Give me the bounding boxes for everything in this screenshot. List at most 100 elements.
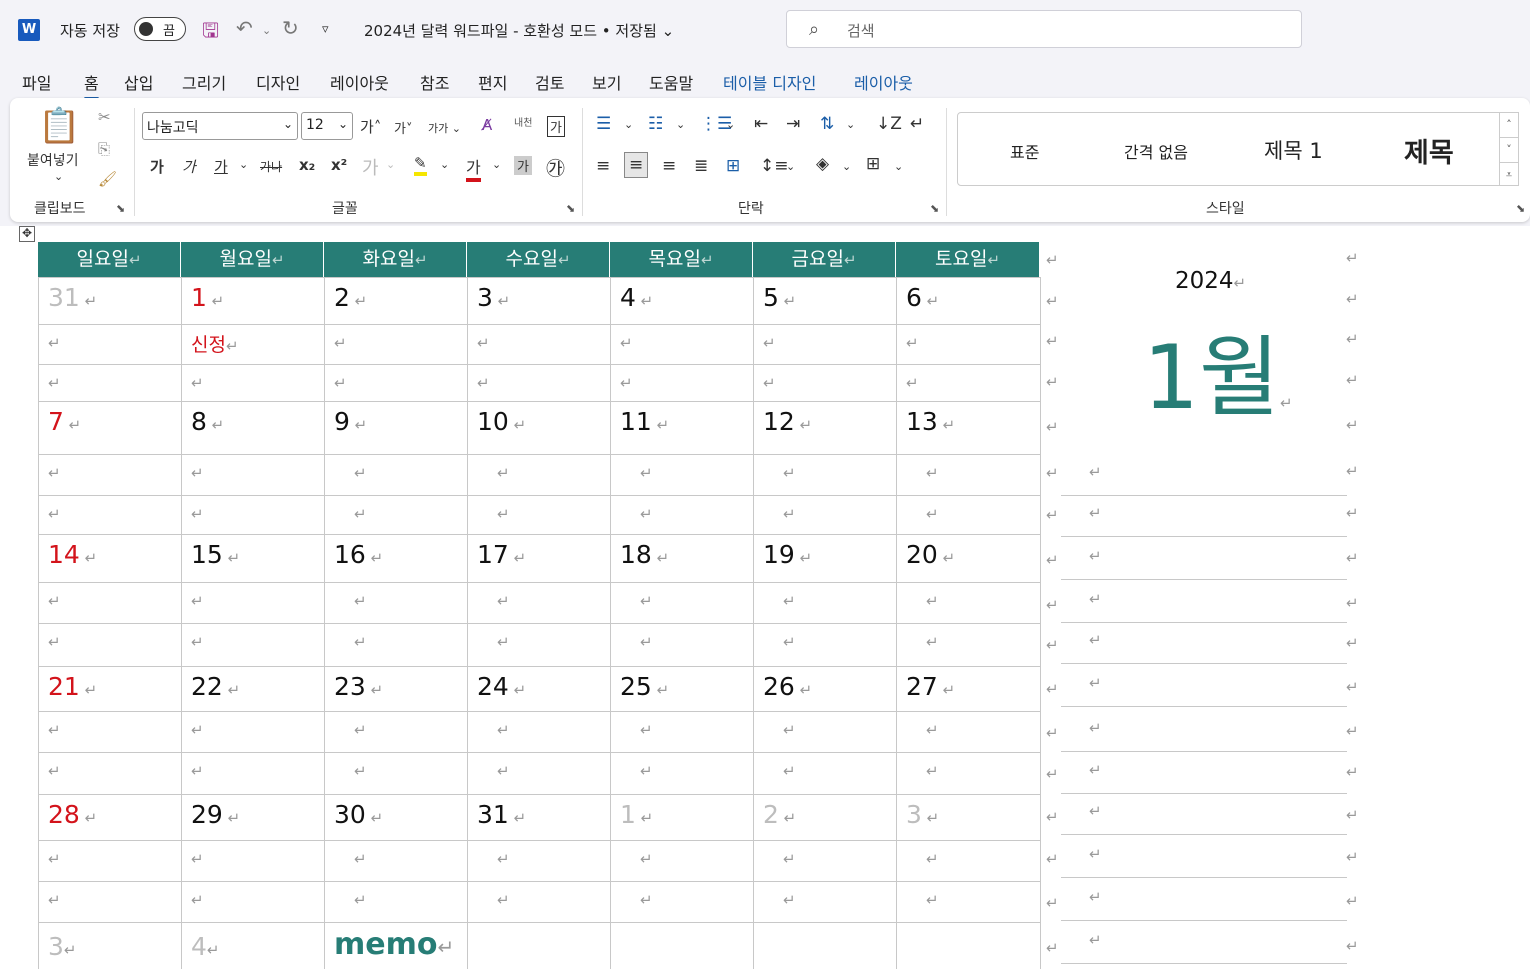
calendar-day[interactable]: 3 ↵ [477,283,510,312]
format-painter-icon[interactable]: 🖌 [98,170,117,188]
calendar-day[interactable]: 18 ↵ [620,540,669,569]
tab-home[interactable]: 홈 [84,70,99,100]
bullets-icon[interactable]: ☰ [596,114,611,134]
tab-mailings[interactable]: 편지 [478,70,507,94]
word-app-icon[interactable]: W [18,19,40,41]
text-direction-icon[interactable]: ⇅ [820,114,834,134]
strikethrough-button[interactable]: 가나 [260,158,282,175]
calendar-day[interactable]: 24 ↵ [477,672,526,701]
font-color-dropdown-icon[interactable]: ⌄ [492,158,501,171]
shading-dropdown-icon[interactable]: ⌄ [842,160,851,173]
numbering-icon[interactable]: ☷ [648,114,663,134]
more-styles-icon[interactable]: ⩡ [1500,162,1518,187]
tab-review[interactable]: 검토 [535,70,564,94]
tab-layout[interactable]: 레이아웃 [330,70,389,94]
char-border-button[interactable]: 가 [547,116,565,137]
calendar-day[interactable]: 2 ↵ [334,283,367,312]
text-effects-dropdown-icon[interactable]: ⌄ [386,158,395,171]
memo-label[interactable]: memo↵ [334,927,454,962]
italic-button[interactable]: 가 [182,156,196,177]
char-shading-button[interactable]: 가 [514,156,532,175]
paste-icon[interactable]: 📋 [38,106,80,146]
calendar-day[interactable]: 25 ↵ [620,672,669,701]
tab-table-layout[interactable]: 레이아웃 [854,70,913,94]
style-title[interactable]: 제목 [1404,131,1454,170]
copy-icon[interactable]: ⎘ [98,140,110,158]
tab-file[interactable]: 파일 [22,70,51,94]
calendar-day[interactable]: 13 ↵ [906,407,955,436]
calendar-day[interactable]: 2 ↵ [763,800,796,829]
calendar-day[interactable]: 20 ↵ [906,540,955,569]
font-size-select[interactable]: 12 ⌄ [301,112,353,140]
shrink-font-button[interactable]: 가˅ [394,118,412,137]
style-no-spacing[interactable]: 간격 없음 [1124,139,1188,163]
scroll-up-icon[interactable]: ˄ [1500,113,1518,137]
line-spacing-dropdown-icon[interactable]: ⌄ [786,160,795,173]
highlight-color-icon[interactable]: ✎ [414,154,427,176]
calendar-day[interactable]: 15 ↵ [191,540,240,569]
tab-references[interactable]: 참조 [420,70,449,94]
calendar-day[interactable]: 4↵ [191,932,219,961]
save-icon[interactable]: 🖫 [202,16,219,50]
undo-icon[interactable]: ↶ [236,16,253,40]
shading-icon[interactable]: ◈ [816,154,829,174]
calendar-day[interactable]: 1 ↵ [620,800,653,829]
borders-dropdown-icon[interactable]: ⌄ [894,160,903,173]
font-name-select[interactable]: 나눔고딕 ⌄ [142,112,298,140]
distributed-icon[interactable]: ⊞ [726,156,740,176]
calendar-day[interactable]: 14 ↵ [48,540,97,569]
style-normal[interactable]: 표준 [1010,139,1039,163]
show-marks-icon[interactable]: ↵ [910,114,924,134]
calendar-day[interactable]: 23 ↵ [334,672,383,701]
decrease-indent-icon[interactable]: ⇤ [754,114,768,134]
calendar-day[interactable]: 26 ↵ [763,672,812,701]
undo-dropdown-icon[interactable]: ⌄ [262,24,271,37]
tab-view[interactable]: 보기 [592,70,621,94]
numbering-dropdown-icon[interactable]: ⌄ [676,118,685,131]
underline-dropdown-icon[interactable]: ⌄ [239,158,248,171]
calendar-day[interactable]: 1 ↵ [191,283,224,312]
calendar-day[interactable]: 7 ↵ [48,407,81,436]
calendar-day[interactable]: 9 ↵ [334,407,367,436]
font-color-icon[interactable]: 가 [466,154,481,182]
bold-button[interactable]: 가 [150,156,164,177]
calendar-day[interactable]: 29 ↵ [191,800,240,829]
calendar-day[interactable]: 27 ↵ [906,672,955,701]
calendar-day[interactable]: 6 ↵ [906,283,939,312]
tab-help[interactable]: 도움말 [649,70,693,94]
paragraph-launcher-icon[interactable]: ⬊ [930,202,939,215]
styles-scroll[interactable]: ˄ ˅ ⩡ [1499,112,1519,186]
calendar-day[interactable]: 30 ↵ [334,800,383,829]
text-direction-dropdown-icon[interactable]: ⌄ [846,118,855,131]
line-spacing-icon[interactable]: ↕≡ [760,156,789,176]
clear-formatting-icon[interactable]: A̸ [482,116,492,134]
subscript-button[interactable]: x₂ [299,156,315,174]
scroll-down-icon[interactable]: ˅ [1500,137,1518,162]
calendar-day[interactable]: 19 ↵ [763,540,812,569]
grow-font-button[interactable]: 가˄ [360,116,381,137]
bullets-dropdown-icon[interactable]: ⌄ [624,118,633,131]
tab-insert[interactable]: 삽입 [124,70,153,94]
superscript-button[interactable]: x² [331,156,347,174]
calendar-day[interactable]: 31 ↵ [477,800,526,829]
text-effects-icon[interactable]: 가 [362,154,379,180]
paste-button[interactable]: 붙여넣기 [27,150,79,170]
calendar-day[interactable]: 17 ↵ [477,540,526,569]
align-center-icon[interactable]: ≡ [624,152,649,178]
change-case-button[interactable]: 가가 ⌄ [428,120,461,136]
calendar-day[interactable]: 31 ↵ [48,283,97,312]
increase-indent-icon[interactable]: ⇥ [786,114,800,134]
borders-icon[interactable]: ⊞ [866,154,880,174]
tab-table-design[interactable]: 테이블 디자인 [723,70,816,94]
sort-icon[interactable]: ↓Z [876,114,902,134]
calendar-day[interactable]: 5 ↵ [763,283,796,312]
tab-design[interactable]: 디자인 [256,70,300,94]
calendar-day[interactable]: 10 ↵ [477,407,526,436]
calendar-day[interactable]: 4 ↵ [620,283,653,312]
table-move-handle-icon[interactable]: ✥ [19,226,35,242]
calendar-day[interactable]: 22 ↵ [191,672,240,701]
calendar-day[interactable]: 28 ↵ [48,800,97,829]
calendar-day[interactable]: 3↵ [48,932,76,961]
redo-icon[interactable]: ↻ [282,16,299,40]
search-box[interactable]: ⌕ 검색 [786,10,1302,48]
